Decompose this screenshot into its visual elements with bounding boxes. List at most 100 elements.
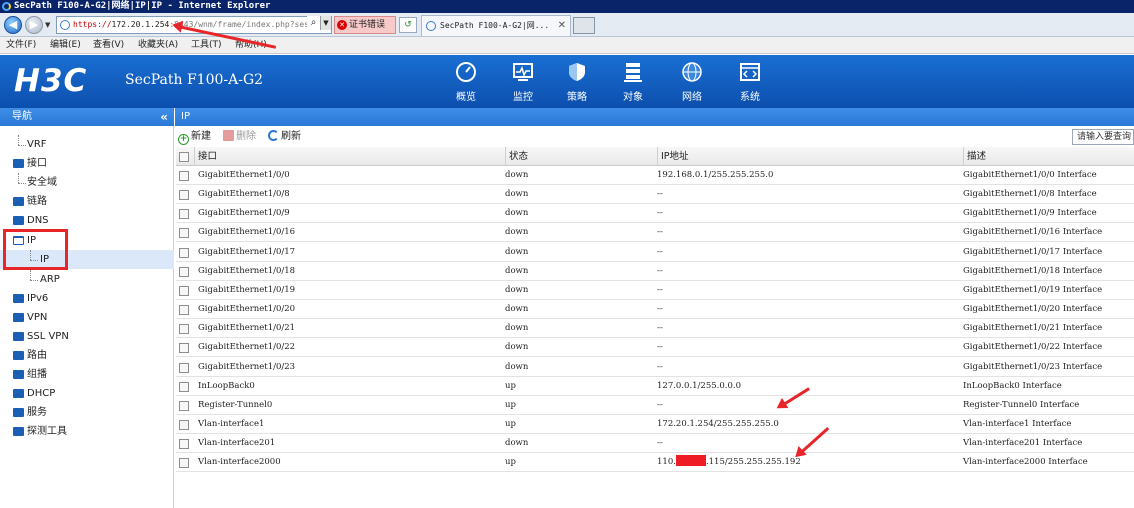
- row-checkbox[interactable]: [179, 228, 189, 239]
- menu-view[interactable]: 查看(V): [93, 37, 124, 54]
- ip-prefix: 110.: [657, 457, 676, 468]
- window-title: SecPath F100-A-G2|网络|IP|IP - Internet Ex…: [14, 1, 271, 11]
- row-checkbox[interactable]: [179, 458, 189, 469]
- row-checkbox[interactable]: [179, 439, 189, 450]
- sidebar-item-label: SSL VPN: [27, 331, 69, 342]
- sidebar-item-vrf[interactable]: VRF: [0, 135, 174, 154]
- table-row[interactable]: GigabitEthernet1/0/16 down -- GigabitEthern…: [176, 223, 1134, 243]
- new-button[interactable]: + 新建: [178, 127, 211, 147]
- tree-line: [18, 135, 19, 145]
- delete-button[interactable]: 删除: [223, 127, 256, 147]
- sidebar-item-routing[interactable]: 路由: [0, 346, 174, 365]
- sidebar-item-interface[interactable]: 接口: [0, 154, 174, 173]
- sidebar-item-services[interactable]: 服务: [0, 403, 174, 422]
- sidebar-item-link[interactable]: 链路: [0, 192, 174, 211]
- table-row[interactable]: GigabitEthernet1/0/23 down -- GigabitEthern…: [176, 358, 1134, 377]
- collapse-icon[interactable]: «: [160, 108, 168, 126]
- table-row[interactable]: GigabitEthernet1/0/19 down -- GigabitEthern…: [176, 281, 1134, 300]
- row-checkbox[interactable]: [179, 305, 189, 316]
- cell-interface: Vlan-interface1: [198, 418, 265, 429]
- history-dropdown-icon[interactable]: ▼: [45, 21, 50, 29]
- close-icon[interactable]: ✕: [558, 16, 566, 36]
- table-row[interactable]: GigabitEthernet1/0/17 down -- GigabitEthern…: [176, 243, 1134, 262]
- new-tab-button[interactable]: [573, 17, 595, 34]
- row-checkbox[interactable]: [179, 400, 189, 411]
- forward-button[interactable]: ▶: [25, 16, 43, 34]
- column-interface[interactable]: 接口: [194, 147, 494, 166]
- sidebar-item-ssl-vpn[interactable]: SSL VPN: [0, 327, 174, 346]
- nav-network-label: 网络: [682, 92, 702, 103]
- browser-tab[interactable]: SecPath F100-A-G2|网... ✕: [421, 15, 571, 36]
- address-dropdown-icon[interactable]: ▼: [320, 16, 331, 30]
- sidebar-item-probe-tools[interactable]: 探测工具: [0, 422, 174, 441]
- nav-overview[interactable]: 概览: [441, 61, 491, 105]
- row-checkbox[interactable]: [179, 209, 189, 220]
- search-icon[interactable]: ⌕: [307, 16, 320, 30]
- table-row[interactable]: InLoopBack0 up 127.0.0.1/255.0.0.0 InLoopBa…: [176, 377, 1134, 396]
- sidebar-item-arp[interactable]: ARP: [0, 270, 174, 289]
- table-row[interactable]: GigabitEthernet1/0/21 down -- GigabitEthern…: [176, 319, 1134, 339]
- table-row[interactable]: GigabitEthernet1/0/22 down -- GigabitEthern…: [176, 338, 1134, 358]
- page-icon: [60, 20, 70, 30]
- row-checkbox[interactable]: [179, 190, 189, 201]
- folder-icon: [13, 351, 24, 360]
- row-checkbox[interactable]: [179, 362, 189, 373]
- table-header: 接口 状态 IP地址 描述: [176, 147, 1134, 166]
- table-row[interactable]: Vlan-interface201 down -- Vlan-interface201…: [176, 434, 1134, 454]
- row-checkbox[interactable]: [179, 247, 189, 258]
- column-ip[interactable]: IP地址: [657, 147, 957, 166]
- cell-status: down: [505, 342, 529, 353]
- cell-ip: --: [657, 323, 663, 334]
- cell-status: up: [505, 399, 516, 410]
- table-row[interactable]: Vlan-interface2000 up 110. .115/255.255.255…: [176, 453, 1134, 473]
- sidebar-item-dhcp[interactable]: DHCP: [0, 384, 174, 403]
- sidebar-item-multicast[interactable]: 组播: [0, 365, 174, 384]
- row-checkbox[interactable]: [179, 285, 189, 296]
- table-row[interactable]: GigabitEthernet1/0/9 down -- GigabitEtherne…: [176, 204, 1134, 224]
- column-status[interactable]: 状态: [505, 147, 655, 166]
- tree-line: [18, 183, 26, 184]
- nav-monitor[interactable]: 监控: [498, 61, 548, 105]
- table-row[interactable]: GigabitEthernet1/0/8 down -- GigabitEtherne…: [176, 185, 1134, 205]
- table-row[interactable]: GigabitEthernet1/0/18 down -- GigabitEthern…: [176, 262, 1134, 281]
- cell-interface: Register-Tunnel0: [198, 399, 273, 410]
- menu-tools[interactable]: 工具(T): [191, 37, 222, 54]
- select-all-checkbox[interactable]: [179, 152, 189, 162]
- error-icon: ✕: [337, 20, 347, 30]
- sidebar-item-ipv6[interactable]: IPv6: [0, 289, 174, 308]
- trash-icon: [223, 130, 234, 141]
- compat-refresh-button[interactable]: ↺: [399, 17, 417, 33]
- column-description[interactable]: 描述: [963, 147, 1133, 166]
- cell-ip: --: [657, 342, 663, 353]
- sidebar-item-label: VRF: [27, 139, 47, 150]
- menu-file[interactable]: 文件(F): [6, 37, 36, 54]
- table-row[interactable]: Vlan-interface1 up 172.20.1.254/255.255.25…: [176, 415, 1134, 434]
- address-toolbar: ◀ ▶ ▼ https://172.20.1.254:8443/wnm/fram…: [0, 13, 1134, 37]
- row-checkbox[interactable]: [179, 324, 189, 335]
- nav-system[interactable]: 系统: [725, 61, 775, 105]
- row-checkbox[interactable]: [179, 266, 189, 277]
- row-checkbox[interactable]: [179, 343, 189, 354]
- row-checkbox[interactable]: [179, 381, 189, 392]
- nav-policy[interactable]: 策略: [552, 61, 602, 105]
- row-checkbox[interactable]: [179, 419, 189, 430]
- search-input[interactable]: 请输入要查询: [1072, 129, 1134, 145]
- sidebar-item-dns[interactable]: DNS: [0, 211, 174, 230]
- table-row[interactable]: Register-Tunnel0 up -- Register-Tunnel0 Int…: [176, 396, 1134, 415]
- nav-object[interactable]: 对象: [608, 61, 658, 105]
- certificate-error-button[interactable]: ✕ 证书错误: [334, 16, 396, 34]
- cell-interface: GigabitEthernet1/0/17: [198, 246, 296, 257]
- menu-edit[interactable]: 编辑(E): [50, 37, 81, 54]
- row-checkbox[interactable]: [179, 171, 189, 181]
- menu-favorites[interactable]: 收藏夹(A): [138, 37, 178, 54]
- cell-description: GigabitEthernet1/0/8 Interface: [963, 189, 1097, 200]
- sidebar-item-security-zone[interactable]: 安全域: [0, 173, 174, 192]
- table-row[interactable]: GigabitEthernet1/0/0 down 192.168.0.1/255.…: [176, 166, 1134, 185]
- table-row[interactable]: GigabitEthernet1/0/20 down -- GigabitEthern…: [176, 300, 1134, 320]
- refresh-button[interactable]: 刷新: [268, 127, 301, 147]
- cell-ip: 127.0.0.1/255.0.0.0: [657, 380, 741, 391]
- nav-network[interactable]: 网络: [667, 61, 717, 105]
- back-button[interactable]: ◀: [4, 16, 22, 34]
- sidebar-item-vpn[interactable]: VPN: [0, 308, 174, 327]
- cell-ip: --: [657, 208, 663, 219]
